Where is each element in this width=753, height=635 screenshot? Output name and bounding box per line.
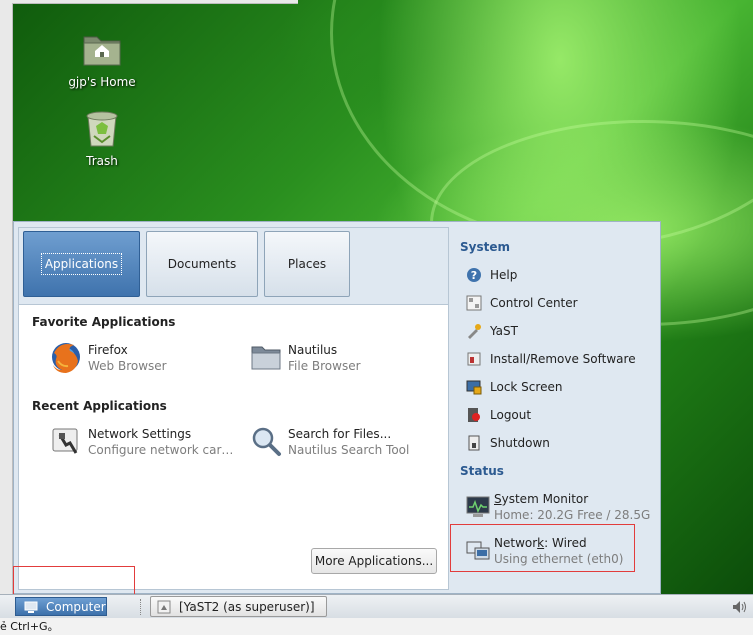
tab-label: Applications: [40, 253, 123, 275]
favorite-applications-heading: Favorite Applications: [32, 315, 176, 329]
highlight-box: [13, 566, 135, 594]
recent-applications-heading: Recent Applications: [32, 399, 167, 413]
taskbar-separator: [140, 599, 143, 615]
home-folder-icon: [80, 27, 124, 71]
window-edge: [12, 0, 298, 4]
desktop-icon-label: gjp's Home: [68, 75, 136, 89]
tab-label: Places: [287, 257, 327, 271]
status-description: Home: 20.2G Free / 28.5G: [494, 508, 651, 522]
help-icon: ?: [466, 267, 482, 283]
app-description: Configure network car…: [88, 443, 234, 457]
taskbar-window-yast[interactable]: [YaST2 (as superuser)]: [150, 596, 327, 617]
menu-item-install-remove-software[interactable]: Install/Remove Software: [466, 349, 636, 369]
app-name: Search for Files...: [288, 427, 392, 441]
desktop-icon-home[interactable]: gjp's Home: [62, 27, 142, 89]
tab-applications[interactable]: Applications: [23, 231, 140, 297]
shutdown-icon: [466, 435, 482, 451]
menu-item-label: Help: [490, 268, 518, 282]
menu-item-label: Shutdown: [490, 436, 550, 450]
menu-tab-bar: Applications Documents Places: [19, 228, 448, 305]
status-line-text: ẻ Ctrl+G。: [0, 618, 753, 635]
taskbar: Computer [YaST2 (as superuser)]: [0, 594, 753, 619]
lock-screen-icon: [466, 379, 482, 395]
yast-icon: [466, 323, 482, 339]
window-edge: [0, 0, 13, 594]
desktop-wallpaper: gjp's Home Trash Applications Documents …: [0, 0, 753, 594]
status-heading: Status: [460, 464, 504, 478]
app-search-for-files[interactable]: Search for Files... Nautilus Search Tool: [250, 425, 440, 459]
menu-item-yast[interactable]: YaST: [466, 321, 518, 341]
app-network-settings[interactable]: Network Settings Configure network car…: [50, 425, 240, 459]
tab-documents[interactable]: Documents: [146, 231, 258, 297]
network-settings-icon: [50, 425, 82, 457]
app-name: Firefox: [88, 343, 128, 357]
menu-item-logout[interactable]: Logout: [466, 405, 531, 425]
magnifier-icon: [250, 425, 282, 457]
menu-item-lock-screen[interactable]: Lock Screen: [466, 377, 562, 397]
desktop-icon-trash[interactable]: Trash: [62, 106, 142, 168]
system-monitor-icon: [466, 496, 490, 518]
menu-item-label: Logout: [490, 408, 532, 422]
logout-icon: [466, 407, 482, 423]
file-manager-icon: [250, 341, 282, 373]
software-icon: [466, 351, 482, 367]
computer-icon: [24, 601, 38, 613]
app-description: Web Browser: [88, 359, 167, 373]
yast-window-icon: [157, 600, 171, 614]
menu-item-help[interactable]: ? Help: [466, 265, 517, 285]
computer-label: Computer: [46, 599, 106, 614]
control-center-icon: [466, 295, 482, 311]
menu-item-shutdown[interactable]: Shutdown: [466, 433, 550, 453]
status-name-rest: ystem Monitor: [501, 492, 589, 506]
menu-item-label: YaST: [490, 324, 518, 338]
menu-item-label: Lock Screen: [490, 380, 563, 394]
desktop-icon-label: Trash: [86, 154, 118, 168]
tab-label: Documents: [167, 257, 237, 271]
menu-item-label: Install/Remove Software: [490, 352, 636, 366]
status-name-mnemonic: S: [494, 492, 502, 506]
volume-icon[interactable]: [731, 599, 747, 615]
firefox-icon: [50, 341, 82, 373]
computer-menu-button[interactable]: Computer: [15, 597, 107, 616]
menu-left-pane: Applications Documents Places Favorite A…: [18, 227, 449, 590]
taskbar-window-label: [YaST2 (as superuser)]: [179, 599, 315, 614]
system-heading: System: [460, 240, 510, 254]
app-firefox[interactable]: Firefox Web Browser: [50, 341, 240, 375]
svg-text:?: ?: [471, 269, 477, 282]
tab-places[interactable]: Places: [264, 231, 350, 297]
status-name: System Monitor: [494, 492, 588, 506]
app-name: Network Settings: [88, 427, 192, 441]
app-description: Nautilus Search Tool: [288, 443, 410, 457]
app-nautilus[interactable]: Nautilus File Browser: [250, 341, 440, 375]
highlight-box: [450, 524, 635, 572]
app-name: Nautilus: [288, 343, 338, 357]
menu-item-label: Control Center: [490, 296, 578, 310]
menu-item-control-center[interactable]: Control Center: [466, 293, 578, 313]
trash-icon: [80, 106, 124, 150]
more-applications-button[interactable]: More Applications...: [311, 548, 437, 574]
app-description: File Browser: [288, 359, 361, 373]
